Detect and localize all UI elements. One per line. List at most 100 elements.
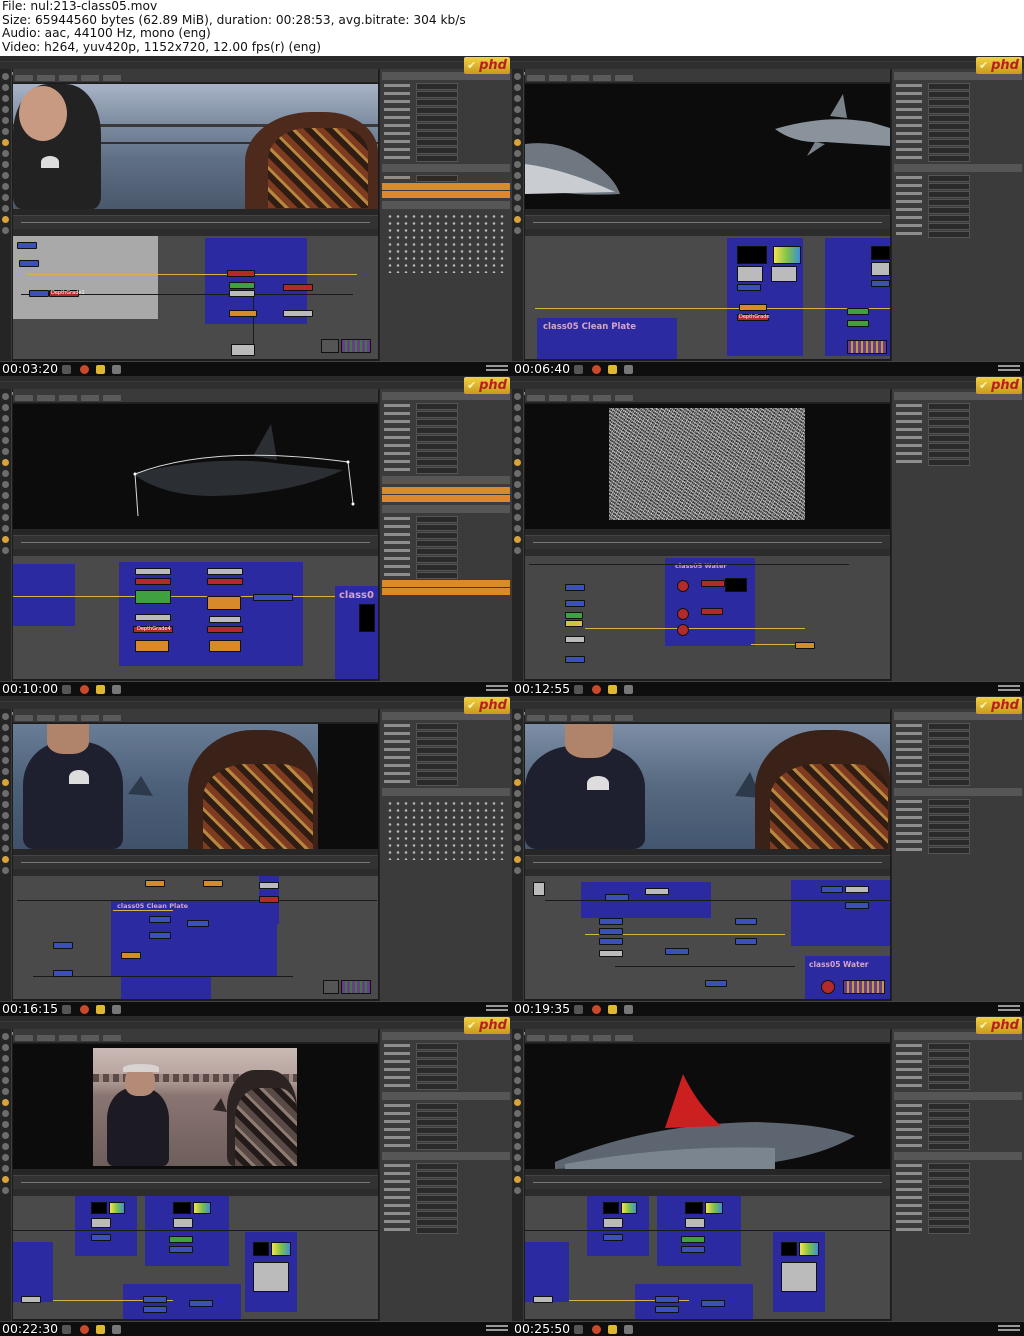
taskbar[interactable] (512, 1001, 1024, 1016)
nuke-tool-icon[interactable] (514, 536, 521, 543)
graph-node[interactable] (677, 608, 689, 620)
graph-node[interactable] (135, 614, 171, 621)
graph-node[interactable] (209, 616, 241, 623)
nuke-tool-icon[interactable] (514, 459, 521, 466)
nuke-tool-icon[interactable] (2, 1033, 9, 1040)
graph-node[interactable] (173, 1218, 193, 1228)
graph-node[interactable] (685, 1218, 705, 1228)
nuke-tool-icon[interactable] (2, 205, 9, 212)
graph-node[interactable] (189, 1300, 213, 1307)
nuke-tool-icon[interactable] (514, 1077, 521, 1084)
graph-node[interactable] (533, 882, 545, 896)
taskbar[interactable] (512, 1321, 1024, 1336)
nuke-tool-icon[interactable] (514, 1055, 521, 1062)
graph-node[interactable] (169, 1236, 193, 1243)
graph-node[interactable] (207, 568, 243, 575)
nuke-tool-icon[interactable] (2, 768, 9, 775)
taskbar[interactable] (0, 1321, 512, 1336)
nuke-tool-icon[interactable] (514, 95, 521, 102)
nuke-tool-icon[interactable] (2, 845, 9, 852)
node-graph[interactable] (13, 1196, 378, 1319)
timeline[interactable] (13, 535, 378, 549)
nuke-tool-icon[interactable] (514, 404, 521, 411)
properties-panel[interactable] (379, 69, 512, 361)
taskbar-app-icon[interactable] (592, 365, 601, 374)
graph-node[interactable] (701, 580, 725, 587)
graph-node[interactable] (17, 242, 37, 249)
taskbar-app-icon[interactable] (608, 1325, 617, 1334)
nuke-toolbar[interactable] (512, 1029, 524, 1321)
nuke-tool-icon[interactable] (2, 514, 9, 521)
menu-bar[interactable] (512, 1022, 1024, 1035)
nuke-tool-icon[interactable] (514, 790, 521, 797)
graph-node[interactable] (655, 1296, 679, 1303)
taskbar[interactable] (0, 361, 512, 376)
nuke-tool-icon[interactable] (2, 1143, 9, 1150)
nuke-tool-icon[interactable] (514, 746, 521, 753)
properties-panel[interactable] (891, 389, 1024, 681)
graph-node[interactable] (53, 970, 73, 977)
viewer-toolbar[interactable] (525, 1029, 890, 1043)
graph-node[interactable] (253, 1262, 289, 1292)
nuke-tool-icon[interactable] (514, 823, 521, 830)
timeline[interactable] (525, 215, 890, 229)
graph-node[interactable] (135, 590, 171, 604)
nuke-tool-icon[interactable] (514, 1121, 521, 1128)
nuke-tool-icon[interactable] (2, 1055, 9, 1062)
nuke-tool-icon[interactable] (2, 1099, 9, 1106)
graph-node[interactable] (149, 916, 171, 923)
graph-node[interactable] (19, 260, 39, 267)
graph-node[interactable] (739, 304, 767, 311)
nuke-tool-icon[interactable] (514, 768, 521, 775)
nuke-tool-icon[interactable] (514, 161, 521, 168)
nuke-tool-icon[interactable] (2, 73, 9, 80)
graph-node[interactable] (781, 1262, 817, 1292)
thumbnail-6[interactable]: class05 Water phd (512, 696, 1024, 1016)
taskbar-app-icon[interactable] (608, 365, 617, 374)
nuke-tool-icon[interactable] (514, 205, 521, 212)
graph-node[interactable] (207, 626, 243, 633)
taskbar-app-icon[interactable] (574, 1325, 583, 1334)
nuke-tool-icon[interactable] (2, 790, 9, 797)
taskbar-app-icon[interactable] (592, 685, 601, 694)
taskbar-app-icon[interactable] (608, 685, 617, 694)
graph-node[interactable] (655, 1306, 679, 1313)
taskbar-app-icon[interactable] (96, 685, 105, 694)
nuke-tool-icon[interactable] (514, 470, 521, 477)
node-graph[interactable]: class0 DepthGrade4 (13, 556, 378, 679)
viewer-toolbar[interactable] (525, 709, 890, 723)
nuke-tool-icon[interactable] (514, 117, 521, 124)
graph-node[interactable] (599, 928, 623, 935)
nuke-tool-icon[interactable] (514, 139, 521, 146)
nuke-tool-icon[interactable] (2, 216, 9, 223)
taskbar-app-icon[interactable] (80, 365, 89, 374)
graph-node[interactable] (599, 950, 623, 957)
nuke-tool-icon[interactable] (2, 856, 9, 863)
taskbar-app-icon[interactable] (592, 1005, 601, 1014)
nuke-tool-icon[interactable] (514, 227, 521, 234)
graph-node[interactable] (283, 310, 313, 317)
graph-node[interactable] (565, 600, 585, 607)
nuke-tool-icon[interactable] (2, 1132, 9, 1139)
nuke-tool-icon[interactable] (514, 757, 521, 764)
nuke-tool-icon[interactable] (514, 713, 521, 720)
nuke-tool-icon[interactable] (2, 1176, 9, 1183)
nuke-tool-icon[interactable] (514, 448, 521, 455)
taskbar-app-icon[interactable] (624, 685, 633, 694)
taskbar-app-icon[interactable] (80, 685, 89, 694)
properties-panel[interactable] (379, 1029, 512, 1321)
nuke-tool-icon[interactable] (2, 1121, 9, 1128)
graph-node[interactable] (145, 880, 165, 887)
timeline[interactable] (13, 855, 378, 869)
nuke-tool-icon[interactable] (2, 150, 9, 157)
nuke-tool-icon[interactable] (2, 95, 9, 102)
nuke-tool-icon[interactable] (514, 1099, 521, 1106)
graph-node[interactable] (565, 620, 583, 627)
graph-node[interactable] (665, 948, 689, 955)
nuke-tool-icon[interactable] (2, 724, 9, 731)
nuke-tool-icon[interactable] (514, 128, 521, 135)
taskbar-app-icon[interactable] (112, 685, 121, 694)
nuke-tool-icon[interactable] (2, 1077, 9, 1084)
menu-bar[interactable] (0, 382, 512, 395)
nuke-tool-icon[interactable] (2, 393, 9, 400)
